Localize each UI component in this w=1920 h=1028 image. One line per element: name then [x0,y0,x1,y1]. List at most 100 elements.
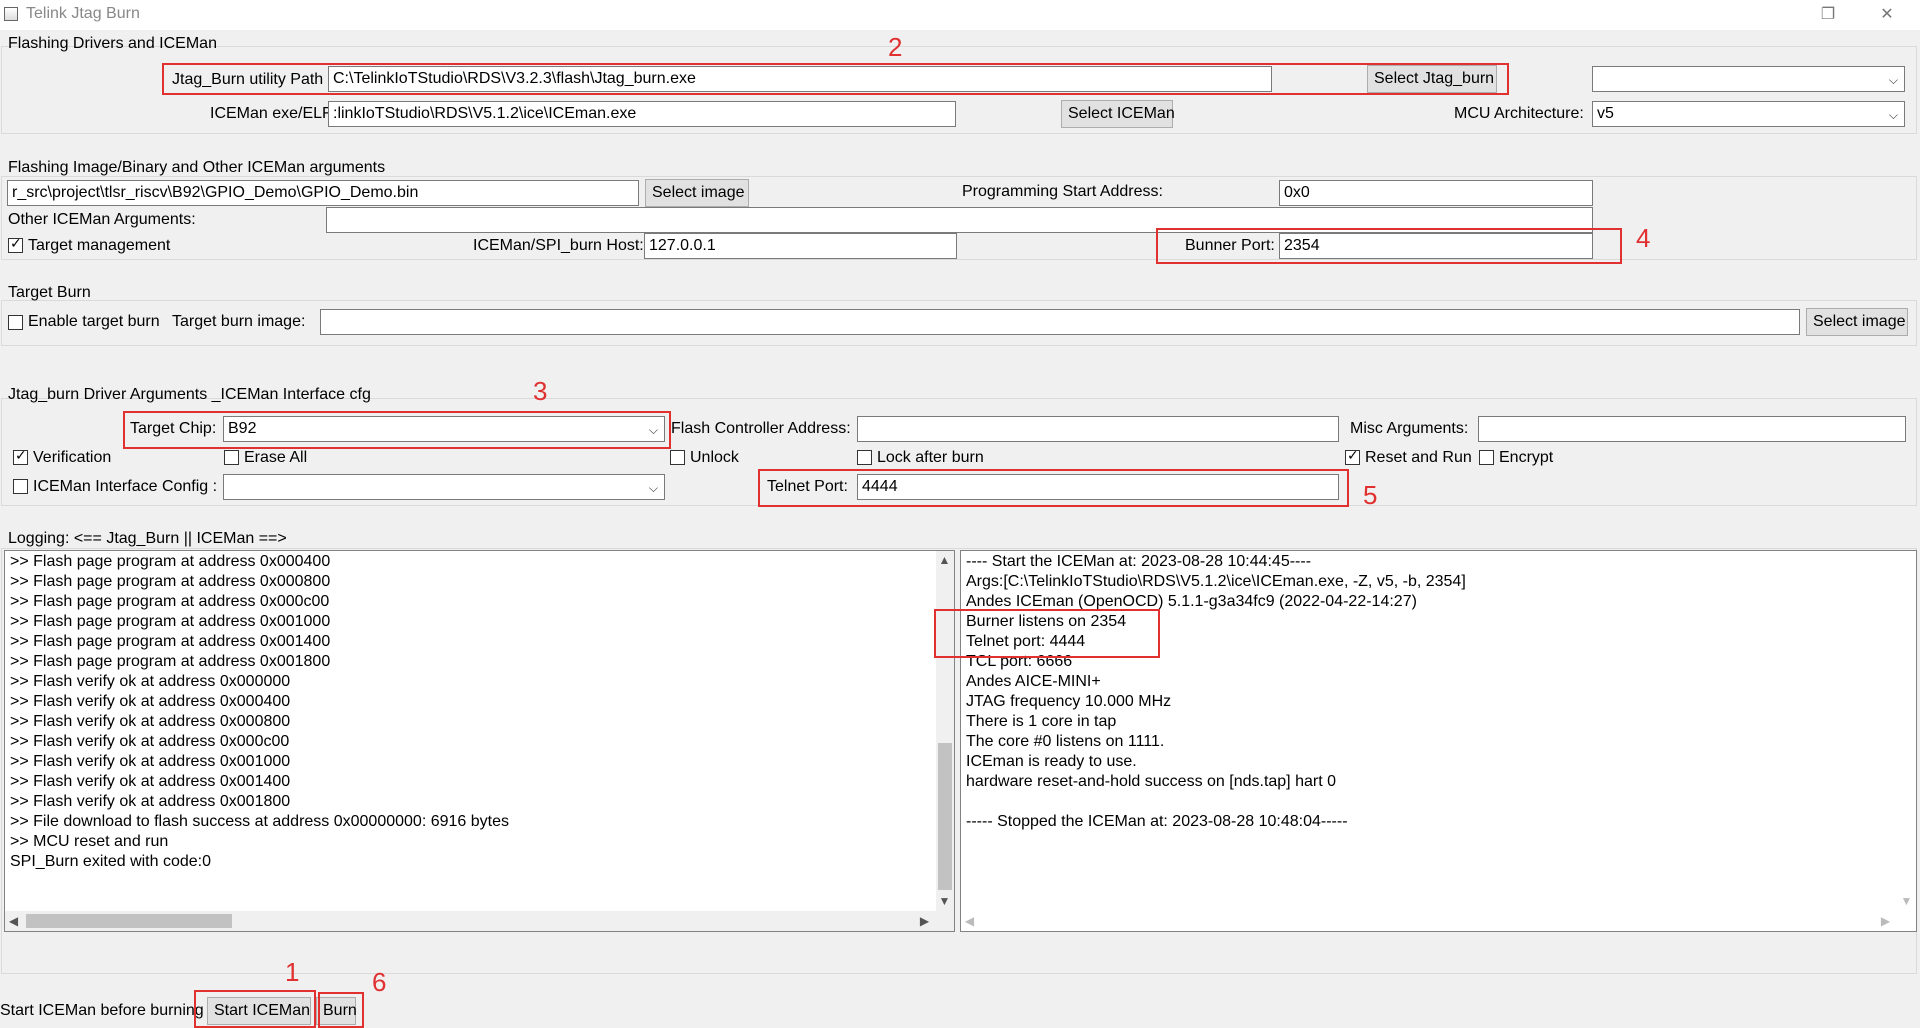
jtag-log-line: >> Flash verify ok at address 0x001400 [10,773,291,790]
encrypt-label: Encrypt [1499,449,1554,466]
close-button[interactable]: ✕ [1864,0,1910,30]
flash-controller-label: Flash Controller Address: [671,420,851,437]
annotation-number-5: 5 [1363,480,1378,510]
chevron-up-icon[interactable]: ▲ [936,553,953,567]
unlock-checkbox[interactable] [670,450,685,465]
lock-after-burn-checkbox[interactable] [857,450,872,465]
chevron-right-icon[interactable]: ▶ [916,914,933,928]
right-log-vscrollbar[interactable]: ▼ [1898,551,1916,913]
chevron-down-icon: ⌵ [1888,73,1898,87]
burn-button[interactable]: Burn [316,997,357,1025]
burner-port-label: Bunner Port: [1185,237,1275,254]
chevron-right-icon[interactable]: ▶ [1877,914,1894,928]
jtag-log-line: >> Flash page program at address 0x00180… [10,653,331,670]
telnet-port-field[interactable]: 4444 [857,474,1339,500]
chevron-down-icon: ⌵ [648,423,658,437]
target-burn-image-field[interactable] [320,309,1800,335]
jtag-burn-log[interactable]: >> Flash page program at address 0x00040… [4,550,955,932]
iceman-log-line: The core #0 listens on 1111. [966,733,1165,750]
iceman-log-line: Args:[C:\TelinkIoTStudio\RDS\V5.1.2\ice\… [966,573,1466,590]
jtag-path-label: Jtag_Burn utility Path [172,71,324,88]
target-chip-value: B92 [228,420,257,437]
iceman-log-line: Telnet port: 4444 [966,633,1086,650]
target-management-checkbox[interactable] [8,235,23,253]
iceman-exe-label: ICEMan exe/ELF [210,105,332,122]
target-select-image-button[interactable]: Select image [1806,308,1908,336]
burner-port-field[interactable]: 2354 [1279,233,1593,259]
left-log-hscroll-thumb[interactable] [26,914,232,928]
image-path-field[interactable]: r_src\project\tlsr_riscv\B92\GPIO_Demo\G… [7,180,639,206]
erase-all-checkbox[interactable] [224,450,239,465]
drivers-group-title: Flashing Drivers and ICEMan [8,35,217,52]
left-log-vscrollbar[interactable]: ▲ ▼ [936,551,954,913]
app-icon [4,7,18,21]
start-address-label: Programming Start Address: [962,183,1163,200]
iceman-log-line: Burner listens on 2354 [966,613,1127,630]
chevron-left-icon[interactable]: ◀ [5,914,22,928]
iceman-log-line: TCL port: 6666 [966,653,1073,670]
mcu-arch-label: MCU Architecture: [1454,105,1584,122]
chevron-down-icon[interactable]: ▼ [1898,894,1915,908]
chevron-left-icon[interactable]: ◀ [961,914,978,928]
iceman-interface-checkbox[interactable] [13,479,28,494]
iceman-log-line [961,792,1916,812]
enable-target-burn-label: Enable target burn [28,313,160,330]
right-log-hscrollbar[interactable]: ◀ ▶ [961,911,1916,931]
title-bar: Telink Jtag Burn ❐ ✕ [0,0,1920,30]
enable-target-burn-checkbox[interactable] [8,315,23,330]
lock-after-burn-label: Lock after burn [877,449,984,466]
iceman-log-line: Andes AICE-MINI+ [966,673,1101,690]
start-iceman-hint: Start ICEMan before burning [0,1002,204,1019]
jtag-log-line: >> File download to flash success at add… [10,813,509,830]
iceman-interface-combo[interactable]: ⌵ [223,474,665,500]
select-iceman-button[interactable]: Select ICEMan [1061,100,1175,128]
other-args-field[interactable] [326,207,1593,233]
jtag-log-line: >> Flash verify ok at address 0x000c00 [10,733,290,750]
select-image-button[interactable]: Select image [645,179,749,207]
iceman-log-line: Andes ICEman (OpenOCD) 5.1.1-g3a34fc9 (2… [966,593,1417,610]
iceman-log-line: ----- Stopped the ICEMan at: 2023-08-28 … [966,813,1348,830]
misc-args-label: Misc Arguments: [1350,420,1469,437]
flash-controller-field[interactable] [857,416,1339,442]
host-field[interactable]: 127.0.0.1 [644,233,957,259]
iceman-log[interactable]: ---- Start the ICEMan at: 2023-08-28 10:… [960,550,1917,932]
iceman-log-line: ---- Start the ICEMan at: 2023-08-28 10:… [966,553,1312,570]
left-log-hscrollbar[interactable]: ◀ ▶ [5,911,954,931]
unlock-label: Unlock [690,449,739,466]
iceman-log-line: ICEman is ready to use. [966,753,1137,770]
restore-button[interactable]: ❐ [1805,0,1851,30]
target-chip-combo[interactable]: B92 ⌵ [223,416,665,442]
jtag-log-line: >> Flash page program at address 0x00040… [10,553,331,570]
iceman-exe-field[interactable]: :linkIoTStudio\RDS\V5.1.2\ice\ICEman.exe [328,101,956,127]
chevron-down-icon: ⌵ [648,481,658,495]
other-args-label: Other ICEMan Arguments: [8,211,196,228]
misc-args-field[interactable] [1478,416,1906,442]
reset-and-run-checkbox[interactable] [1345,447,1360,465]
annotation-number-1: 1 [285,957,300,987]
driver-args-group-title: Jtag_burn Driver Arguments _ICEMan Inter… [8,386,371,403]
jtag-log-line: SPI_Burn exited with code:0 [10,853,212,870]
target-chip-label: Target Chip: [130,420,217,437]
top-right-combo[interactable]: ⌵ [1592,66,1905,92]
image-group-title: Flashing Image/Binary and Other ICEMan a… [8,159,386,176]
logging-title: Logging: <== Jtag_Burn || ICEMan ==> [8,530,287,547]
start-address-field[interactable]: 0x0 [1279,180,1593,206]
left-log-vscroll-thumb[interactable] [938,743,952,890]
start-iceman-button[interactable]: Start ICEMan [207,997,311,1025]
select-jtag-burn-button[interactable]: Select Jtag_burn [1367,65,1497,93]
jtag-path-field[interactable]: C:\TelinkIoTStudio\RDS\V3.2.3\flash\Jtag… [328,66,1272,92]
annotation-number-3: 3 [533,376,548,406]
verification-label: Verification [33,449,112,466]
iceman-interface-label: ICEMan Interface Config : [33,478,218,495]
erase-all-label: Erase All [244,449,308,466]
encrypt-checkbox[interactable] [1479,450,1494,465]
verification-checkbox[interactable] [13,447,28,465]
reset-and-run-label: Reset and Run [1365,449,1472,466]
target-burn-group-title: Target Burn [8,284,91,301]
telnet-port-label: Telnet Port: [767,478,848,495]
target-burn-image-label: Target burn image: [172,313,306,330]
chevron-down-icon[interactable]: ▼ [936,894,953,908]
jtag-log-line: >> Flash verify ok at address 0x000400 [10,693,291,710]
iceman-log-line: JTAG frequency 10.000 MHz [966,693,1172,710]
mcu-arch-combo[interactable]: v5 ⌵ [1592,101,1905,127]
